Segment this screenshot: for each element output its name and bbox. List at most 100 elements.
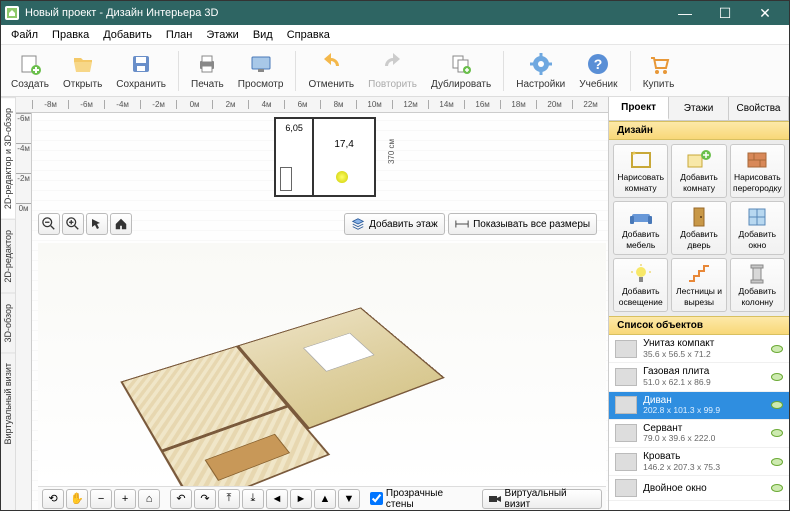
menu-plan[interactable]: План xyxy=(160,27,199,43)
home-button[interactable] xyxy=(110,213,132,235)
zoom-out-button[interactable] xyxy=(38,213,60,235)
draw-partition-icon xyxy=(744,149,770,171)
menu-floors[interactable]: Этажи xyxy=(200,27,244,43)
design-buttons-grid: НарисоватькомнатуДобавитькомнатуНарисова… xyxy=(609,140,789,316)
design-btn-add-window[interactable]: Добавитьокно xyxy=(730,201,785,255)
view3d-toolbar: ⟲ ✋ − + ⌂ ↶ ↷ ⤒ ⤓ ◄ ► ▲ ▼ Прозрачные сте… xyxy=(38,486,606,510)
canvas-panel: -8м-6м-4м-2м0м2м4м6м8м10м12м14м16м18м20м… xyxy=(16,97,608,510)
left-tab-3d[interactable]: 3D-обзор xyxy=(1,293,15,353)
zoom-out-3d[interactable]: − xyxy=(90,489,112,509)
floorplan-2d[interactable]: 6,05 17,4 370 см xyxy=(274,117,376,197)
pan-button[interactable]: ✋ xyxy=(66,489,88,509)
object-thumbnail xyxy=(615,368,637,386)
workspace: 2D-редактор и 3D-обзор 2D-редактор 3D-об… xyxy=(1,97,789,510)
toolbar-create[interactable]: Создать xyxy=(5,49,55,92)
rotate-left[interactable]: ↶ xyxy=(170,489,192,509)
toolbar-save[interactable]: Сохранить xyxy=(110,49,172,92)
visibility-toggle[interactable] xyxy=(771,373,783,381)
right-tabs: Проект Этажи Свойства xyxy=(609,97,789,121)
object-item[interactable]: Двойное окно xyxy=(609,476,789,501)
selected-object-marker[interactable] xyxy=(336,171,348,183)
add-floor-button[interactable]: Добавить этаж xyxy=(344,213,445,235)
zoom-in-3d[interactable]: + xyxy=(114,489,136,509)
visibility-toggle[interactable] xyxy=(771,345,783,353)
create-icon xyxy=(17,51,43,77)
design-btn-add-door[interactable]: Добавитьдверь xyxy=(671,201,726,255)
design-btn-add-room[interactable]: Добавитькомнату xyxy=(671,144,726,198)
right-panel: Проект Этажи Свойства Дизайн Нарисоватьк… xyxy=(608,97,789,510)
orbit-button[interactable]: ⟲ xyxy=(42,489,64,509)
duplicate-icon xyxy=(448,51,474,77)
ruler-vertical: -6м-4м-2м0м xyxy=(16,113,32,510)
visibility-toggle[interactable] xyxy=(771,458,783,466)
nav-left[interactable]: ◄ xyxy=(266,489,288,509)
visibility-toggle[interactable] xyxy=(771,484,783,492)
rotate-right[interactable]: ↷ xyxy=(194,489,216,509)
toolbar-open[interactable]: Открыть xyxy=(57,49,108,92)
layers-icon xyxy=(351,217,365,231)
object-item[interactable]: Сервант79.0 x 39.6 x 222.0 xyxy=(609,420,789,448)
tilt-up[interactable]: ⤒ xyxy=(218,489,240,509)
toolbar-buy[interactable]: Купить xyxy=(637,49,681,92)
ruler-horizontal: -8м-6м-4м-2м0м2м4м6м8м10м12м14м16м18м20м… xyxy=(16,97,608,113)
tilt-down[interactable]: ⤓ xyxy=(242,489,264,509)
menu-edit[interactable]: Правка xyxy=(46,27,95,43)
object-item[interactable]: Кровать146.2 x 207.3 x 75.3 xyxy=(609,448,789,476)
menu-help[interactable]: Справка xyxy=(281,27,336,43)
toolbar-redo[interactable]: Повторить xyxy=(362,49,423,92)
menu-view[interactable]: Вид xyxy=(247,27,279,43)
visibility-toggle[interactable] xyxy=(771,401,783,409)
toolbar-print[interactable]: Печать xyxy=(185,49,230,92)
object-list: Унитаз компакт35.6 x 56.5 x 71.2Газовая … xyxy=(609,335,789,510)
tab-project[interactable]: Проект xyxy=(609,97,669,120)
tab-floors[interactable]: Этажи xyxy=(669,97,729,120)
left-tab-vr[interactable]: Виртуальный визит xyxy=(1,352,15,454)
toolbar-undo[interactable]: Отменить xyxy=(302,49,360,92)
add-room-icon xyxy=(686,149,712,171)
object-thumbnail xyxy=(615,453,637,471)
object-thumbnail xyxy=(615,424,637,442)
nav-right[interactable]: ► xyxy=(290,489,312,509)
object-thumbnail xyxy=(615,396,637,414)
add-light-icon xyxy=(628,263,654,285)
design-btn-add-furniture[interactable]: Добавитьмебель xyxy=(613,201,668,255)
toolbar: СоздатьОткрытьСохранить ПечатьПросмотр Отм… xyxy=(1,45,789,97)
toolbar-duplicate[interactable]: Дублировать xyxy=(425,49,497,92)
menubar: Файл Правка Добавить План Этажи Вид Спра… xyxy=(1,25,789,45)
menu-add[interactable]: Добавить xyxy=(97,27,158,43)
object-item[interactable]: Диван202.8 x 101.3 x 99.9 xyxy=(609,392,789,420)
left-tab-2d[interactable]: 2D-редактор xyxy=(1,219,15,293)
objects-section-header: Список объектов xyxy=(609,316,789,335)
design-btn-add-light[interactable]: Добавитьосвещение xyxy=(613,258,668,312)
virtual-visit-button[interactable]: Виртуальный визит xyxy=(482,489,602,509)
visibility-toggle[interactable] xyxy=(771,429,783,437)
toolbar-preview[interactable]: Просмотр xyxy=(232,49,290,92)
close-button[interactable]: ✕ xyxy=(745,1,785,25)
design-btn-draw-room[interactable]: Нарисоватькомнату xyxy=(613,144,668,198)
canvas-toolbar xyxy=(38,213,132,235)
design-btn-draw-partition[interactable]: Нарисоватьперегородку xyxy=(730,144,785,198)
design-section-header: Дизайн xyxy=(609,121,789,140)
maximize-button[interactable]: ☐ xyxy=(705,1,745,25)
view-3d[interactable] xyxy=(38,243,606,486)
left-tab-2d3d[interactable]: 2D-редактор и 3D-обзор xyxy=(1,97,15,219)
object-item[interactable]: Газовая плита51.0 x 62.1 x 86.9 xyxy=(609,363,789,391)
tab-properties[interactable]: Свойства xyxy=(729,97,789,120)
transparent-walls-checkbox[interactable]: Прозрачные стены xyxy=(370,488,474,510)
design-btn-add-column[interactable]: Добавитьколонну xyxy=(730,258,785,312)
settings-icon xyxy=(528,51,554,77)
minimize-button[interactable]: — xyxy=(665,1,705,25)
cursor-tool[interactable] xyxy=(86,213,108,235)
menu-file[interactable]: Файл xyxy=(5,27,44,43)
show-dimensions-button[interactable]: Показывать все размеры xyxy=(448,213,597,235)
canvas-area[interactable]: -6м-4м-2м0м 6,05 17,4 370 см xyxy=(16,113,608,510)
zoom-in-button[interactable] xyxy=(62,213,84,235)
toolbar-tutorial[interactable]: ?Учебник xyxy=(573,49,623,92)
nav-up[interactable]: ▲ xyxy=(314,489,336,509)
home-3d[interactable]: ⌂ xyxy=(138,489,160,509)
design-btn-stairs[interactable]: Лестницы ивырезы xyxy=(671,258,726,312)
nav-down[interactable]: ▼ xyxy=(338,489,360,509)
object-item[interactable]: Унитаз компакт35.6 x 56.5 x 71.2 xyxy=(609,335,789,363)
add-window-icon xyxy=(744,206,770,228)
toolbar-settings[interactable]: Настройки xyxy=(510,49,571,92)
